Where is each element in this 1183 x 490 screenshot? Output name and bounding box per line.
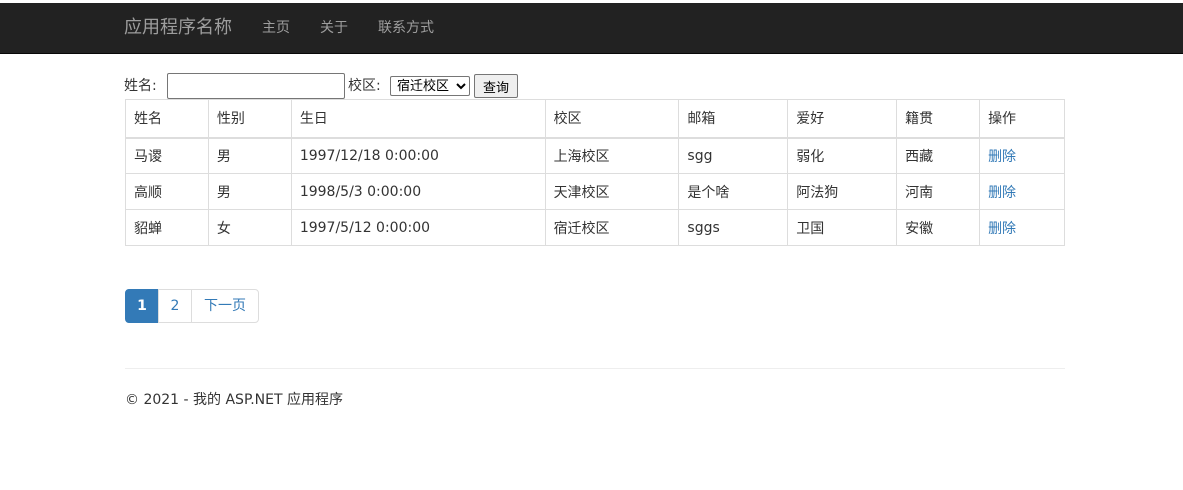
brand-link[interactable]: 应用程序名称	[124, 3, 232, 53]
cell-actions: 删除	[979, 173, 1065, 210]
cell-hobby: 弱化	[787, 137, 898, 174]
header-gender: 性别	[207, 99, 292, 139]
cell-campus: 上海校区	[544, 137, 680, 174]
cell-gender: 女	[207, 209, 292, 246]
cell-name: 貂蝉	[125, 209, 209, 246]
cell-campus: 宿迁校区	[544, 209, 680, 246]
cell-gender: 男	[207, 173, 292, 210]
nav-item-home[interactable]: 主页	[262, 3, 290, 53]
delete-link[interactable]: 删除	[988, 221, 1016, 237]
cell-campus: 天津校区	[544, 173, 680, 210]
header-name: 姓名	[125, 99, 209, 139]
table-header-row: 姓名 性别 生日 校区 邮箱 爱好 籍贯 操作	[125, 99, 1065, 139]
cell-gender: 男	[207, 137, 292, 174]
cell-name: 马谡	[125, 137, 209, 174]
header-hobby: 爱好	[787, 99, 898, 139]
cell-email: sggs	[678, 209, 789, 246]
page-button-2[interactable]: 2	[158, 289, 192, 323]
cell-hometown: 西藏	[896, 137, 981, 174]
table-row: 貂蝉 女 1997/5/12 0:00:00 宿迁校区 sggs 卫国 安徽 删…	[125, 209, 1065, 246]
top-navbar: 应用程序名称 主页 关于 联系方式	[0, 3, 1183, 54]
delete-link[interactable]: 删除	[988, 149, 1016, 165]
query-button[interactable]: 查询	[474, 74, 518, 98]
campus-select[interactable]: 宿迁校区	[390, 76, 470, 96]
cell-birthday: 1997/5/12 0:00:00	[290, 209, 546, 246]
cell-hobby: 阿法狗	[787, 173, 898, 210]
cell-email: 是个啥	[678, 173, 789, 210]
header-hometown: 籍贯	[896, 99, 981, 139]
cell-hobby: 卫国	[787, 209, 898, 246]
page-button-1[interactable]: 1	[125, 289, 159, 323]
cell-hometown: 河南	[896, 173, 981, 210]
header-email: 邮箱	[678, 99, 789, 139]
nav-item-contact[interactable]: 联系方式	[378, 3, 434, 53]
delete-link[interactable]: 删除	[988, 185, 1016, 201]
cell-birthday: 1998/5/3 0:00:00	[290, 173, 546, 210]
cell-actions: 删除	[979, 137, 1065, 174]
table-row: 高顺 男 1998/5/3 0:00:00 天津校区 是个啥 阿法狗 河南 删除	[125, 173, 1065, 210]
campus-label: 校区:	[348, 78, 381, 94]
cell-birthday: 1997/12/18 0:00:00	[290, 137, 546, 174]
footer-divider	[125, 368, 1065, 369]
header-birthday: 生日	[290, 99, 546, 139]
next-page-button[interactable]: 下一页	[191, 289, 259, 323]
name-label: 姓名:	[124, 78, 157, 94]
name-input[interactable]	[167, 73, 345, 99]
students-table: 姓名 性别 生日 校区 邮箱 爱好 籍贯 操作 马谡 男 1997/12/18 …	[125, 99, 1065, 246]
pagination: 1 2 下一页	[125, 289, 259, 323]
table-row: 马谡 男 1997/12/18 0:00:00 上海校区 sgg 弱化 西藏 删…	[125, 137, 1065, 174]
cell-email: sgg	[678, 137, 789, 174]
header-campus: 校区	[544, 99, 680, 139]
cell-hometown: 安徽	[896, 209, 981, 246]
cell-name: 高顺	[125, 173, 209, 210]
header-actions: 操作	[979, 99, 1065, 139]
cell-actions: 删除	[979, 209, 1065, 246]
footer-copyright: © 2021 - 我的 ASP.NET 应用程序	[125, 392, 343, 408]
nav-item-about[interactable]: 关于	[320, 3, 348, 53]
